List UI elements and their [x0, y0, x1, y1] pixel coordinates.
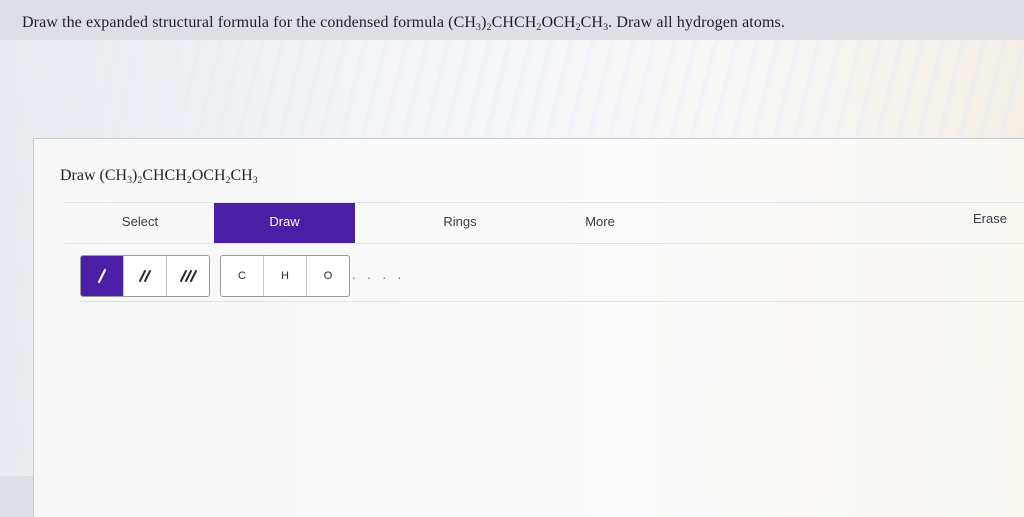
panel-title: Draw (CH3)2CHCH2OCH2CH3	[60, 167, 258, 185]
tab-erase[interactable]: Erase	[955, 203, 1024, 243]
panel-title-part: CHCH	[142, 167, 187, 184]
question-sheet: Draw (CH3)2CHCH2OCH2CH3 Select Draw Ring…	[0, 40, 1024, 517]
triple-bond-button[interactable]	[167, 256, 209, 296]
panel-title-part: Draw (CH	[60, 167, 128, 184]
drawing-panel: Draw (CH3)2CHCH2OCH2CH3 Select Draw Ring…	[33, 138, 1024, 517]
question-text-part: OCH	[541, 14, 576, 31]
question-text: Draw the expanded structural formula for…	[22, 14, 785, 32]
atom-button-oxygen[interactable]: O	[307, 256, 349, 296]
subscript: 3	[252, 174, 258, 186]
tab-draw[interactable]: Draw	[214, 203, 355, 243]
question-text-part: . Draw all hydrogen atoms.	[608, 14, 785, 31]
double-bond-icon	[139, 270, 151, 282]
triple-bond-icon	[180, 270, 197, 282]
double-bond-button[interactable]	[124, 256, 167, 296]
panel-title-part: OCH	[191, 167, 226, 184]
atom-button-carbon[interactable]: C	[221, 256, 264, 296]
drawing-canvas[interactable]	[80, 309, 1024, 509]
question-text-part: CHCH	[491, 14, 537, 31]
single-bond-button[interactable]	[81, 256, 124, 296]
tab-select[interactable]: Select	[65, 203, 215, 243]
question-text-part: Draw the expanded structural formula for…	[22, 14, 476, 31]
question-text-part: CH	[580, 14, 604, 31]
draw-toolbar: C H O . . . .	[80, 255, 1000, 297]
tab-more[interactable]: More	[525, 203, 675, 243]
tool-tab-bar: Select Draw Rings More Erase	[65, 202, 1024, 244]
more-tools-indicator[interactable]: . . . .	[352, 267, 405, 282]
atom-tool-group: C H O	[220, 255, 350, 297]
panel-title-part: CH	[230, 167, 253, 184]
tab-rings[interactable]: Rings	[385, 203, 535, 243]
single-bond-icon	[97, 268, 107, 284]
toolbar-divider	[80, 301, 1024, 302]
bond-tool-group	[80, 255, 210, 297]
atom-button-hydrogen[interactable]: H	[264, 256, 307, 296]
